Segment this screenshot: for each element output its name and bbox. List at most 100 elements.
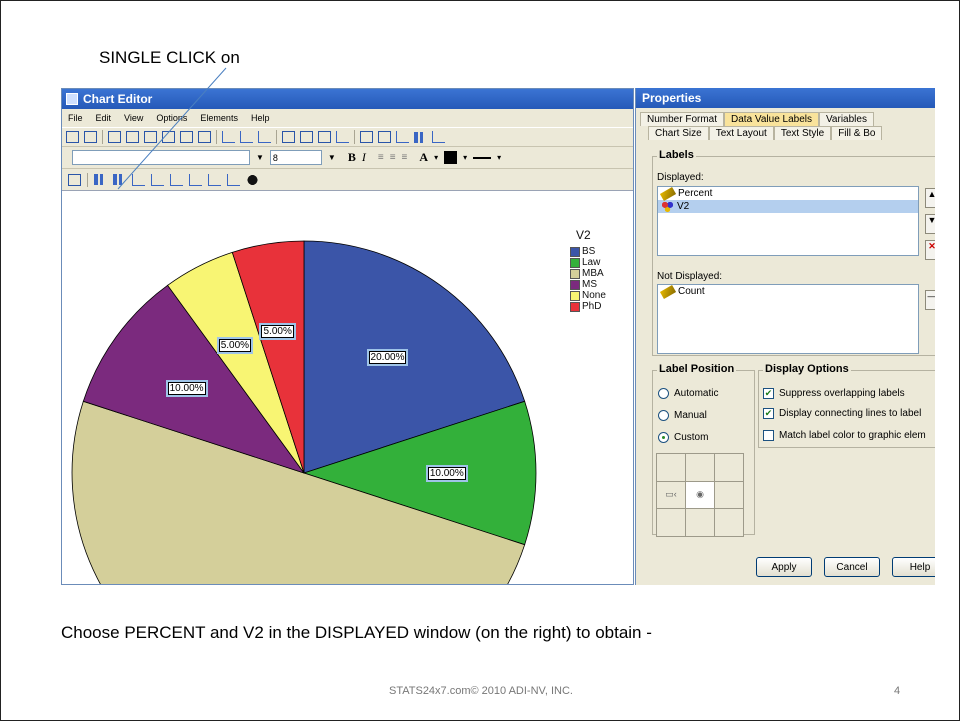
footnote-icon[interactable] [336, 131, 349, 143]
tab-data-value-labels[interactable]: Data Value Labels [724, 112, 819, 126]
legend-item-ms[interactable]: MS [570, 279, 606, 290]
chevron-down-icon[interactable]: ▾ [497, 153, 501, 162]
pie-chart-icon[interactable] [246, 173, 259, 186]
radio-manual[interactable]: Manual [658, 410, 707, 421]
reference-line-icon[interactable] [222, 131, 235, 143]
radio-custom[interactable]: Custom [658, 432, 708, 443]
bold-button[interactable]: B [348, 150, 356, 165]
align-left-icon[interactable]: ≡ [378, 152, 384, 163]
chart-legend[interactable]: V2 BS Law MBA MS None PhD [570, 228, 606, 312]
data-label-law[interactable]: 10.00% [425, 465, 468, 482]
grid-cell[interactable] [657, 454, 685, 481]
chevron-down-icon[interactable]: ▼ [328, 153, 336, 162]
legend-icon[interactable] [378, 131, 391, 143]
grid-cell-inside-icon[interactable]: ◉ [686, 481, 714, 509]
tab-variables[interactable]: Variables [819, 112, 874, 126]
fit-line-icon[interactable] [240, 131, 253, 143]
y-axis-icon[interactable] [144, 131, 157, 143]
bar-chart-icon[interactable] [94, 174, 107, 185]
legend-item-mba[interactable]: MBA [570, 268, 606, 279]
menu-options[interactable]: Options [156, 113, 187, 123]
high-low-icon[interactable] [227, 173, 240, 186]
chart-canvas[interactable]: 20.00%10.00%50.00%10.00%5.00%5.00% V2 BS… [62, 213, 634, 585]
font-size-select[interactable]: 8 [269, 150, 322, 165]
data-label-bs[interactable]: 20.00% [366, 348, 409, 366]
interpolation-line-icon[interactable] [258, 131, 271, 143]
grid-cell[interactable] [657, 509, 685, 536]
not-displayed-item-count[interactable]: Count [658, 284, 918, 299]
grid-cell[interactable] [715, 509, 743, 536]
grid-cell[interactable] [686, 454, 714, 481]
cancel-button[interactable]: Cancel [824, 557, 880, 577]
displayed-item-v2[interactable]: V2 [658, 200, 918, 213]
legend-item-none[interactable]: None [570, 290, 606, 301]
grid-cell[interactable] [686, 509, 714, 536]
chevron-down-icon[interactable]: ▾ [463, 153, 467, 162]
menu-elements[interactable]: Elements [200, 113, 238, 123]
chevron-down-icon[interactable]: ▼ [256, 153, 264, 162]
tab-number-format[interactable]: Number Format [640, 112, 725, 126]
annotation-icon[interactable] [300, 131, 313, 143]
grid-icon[interactable] [360, 131, 373, 143]
radio-automatic[interactable]: Automatic [658, 388, 718, 399]
radio-circle[interactable] [658, 388, 669, 399]
help-button[interactable]: Help [892, 557, 935, 577]
lasso-icon[interactable] [198, 131, 211, 143]
transpose-icon[interactable] [180, 131, 193, 143]
displayed-item-percent[interactable]: Percent [658, 186, 918, 201]
legend-item-phd[interactable]: PhD [570, 301, 606, 312]
move-down-button[interactable]: ▼ [925, 214, 935, 234]
data-labels-icon[interactable] [396, 131, 409, 143]
title-icon[interactable] [282, 131, 295, 143]
grid-cell[interactable] [715, 454, 743, 481]
data-label-none[interactable]: 5.00% [216, 336, 254, 354]
properties-icon[interactable] [108, 131, 121, 143]
font-family-select[interactable] [72, 150, 250, 165]
menu-file[interactable]: File [68, 113, 83, 123]
tab-text-layout[interactable]: Text Layout [708, 126, 774, 140]
label-position-grid[interactable]: ▭‹ ◉ [656, 453, 744, 537]
move-up-button[interactable]: ▲ [925, 188, 935, 208]
data-label-phd[interactable]: 5.00% [259, 322, 296, 340]
table-icon[interactable] [68, 173, 81, 186]
textbox-icon[interactable] [318, 131, 331, 143]
checkbox-suppress-overlapping[interactable]: ✔ Suppress overlapping labels [763, 388, 905, 399]
legend-item-bs[interactable]: BS [570, 246, 606, 257]
not-displayed-listbox[interactable]: Count [657, 284, 919, 354]
stacked-area-icon[interactable] [189, 173, 202, 186]
checkbox-match-label-color[interactable]: Match label color to graphic elem [763, 430, 926, 441]
checkbox-box[interactable] [763, 430, 774, 441]
menu-help[interactable]: Help [251, 113, 270, 123]
x-axis-icon[interactable] [126, 131, 139, 143]
align-right-icon[interactable]: ≡ [402, 152, 408, 163]
checkbox-connecting-lines[interactable]: ✔ Display connecting lines to label [763, 408, 921, 419]
redo-icon[interactable] [84, 131, 97, 143]
fill-color-icon[interactable] [444, 151, 458, 164]
tab-chart-size[interactable]: Chart Size [648, 126, 709, 140]
line-style-icon[interactable] [473, 156, 492, 159]
pie-chart[interactable] [62, 213, 634, 585]
line-chart-icon[interactable] [132, 173, 145, 186]
legend-item-law[interactable]: Law [570, 257, 606, 268]
clustered-bar-icon[interactable] [113, 174, 126, 185]
italic-button[interactable]: I [362, 150, 366, 165]
radio-circle[interactable] [658, 432, 669, 443]
checkbox-box[interactable]: ✔ [763, 388, 774, 399]
checkbox-box[interactable]: ✔ [763, 408, 774, 419]
grid-cell[interactable] [715, 481, 743, 509]
data-label-ms[interactable]: 10.00% [165, 380, 208, 398]
scatter-chart-icon[interactable] [170, 173, 183, 186]
menu-edit[interactable]: Edit [96, 113, 112, 123]
radio-circle[interactable] [658, 410, 669, 421]
drop-line-icon[interactable] [208, 173, 221, 186]
text-color-button[interactable]: A [419, 150, 428, 165]
remove-button[interactable]: ✕ [925, 240, 935, 260]
align-center-icon[interactable]: ≡ [390, 152, 396, 163]
ab-labels-icon[interactable] [414, 131, 427, 143]
scale-icon[interactable] [162, 131, 175, 143]
apply-button[interactable]: Apply [756, 557, 812, 577]
chevron-down-icon[interactable]: ▾ [434, 153, 438, 162]
undo-icon[interactable] [66, 131, 79, 143]
tab-fill-border[interactable]: Fill & Bo [831, 126, 883, 140]
tab-text-style[interactable]: Text Style [773, 126, 832, 140]
